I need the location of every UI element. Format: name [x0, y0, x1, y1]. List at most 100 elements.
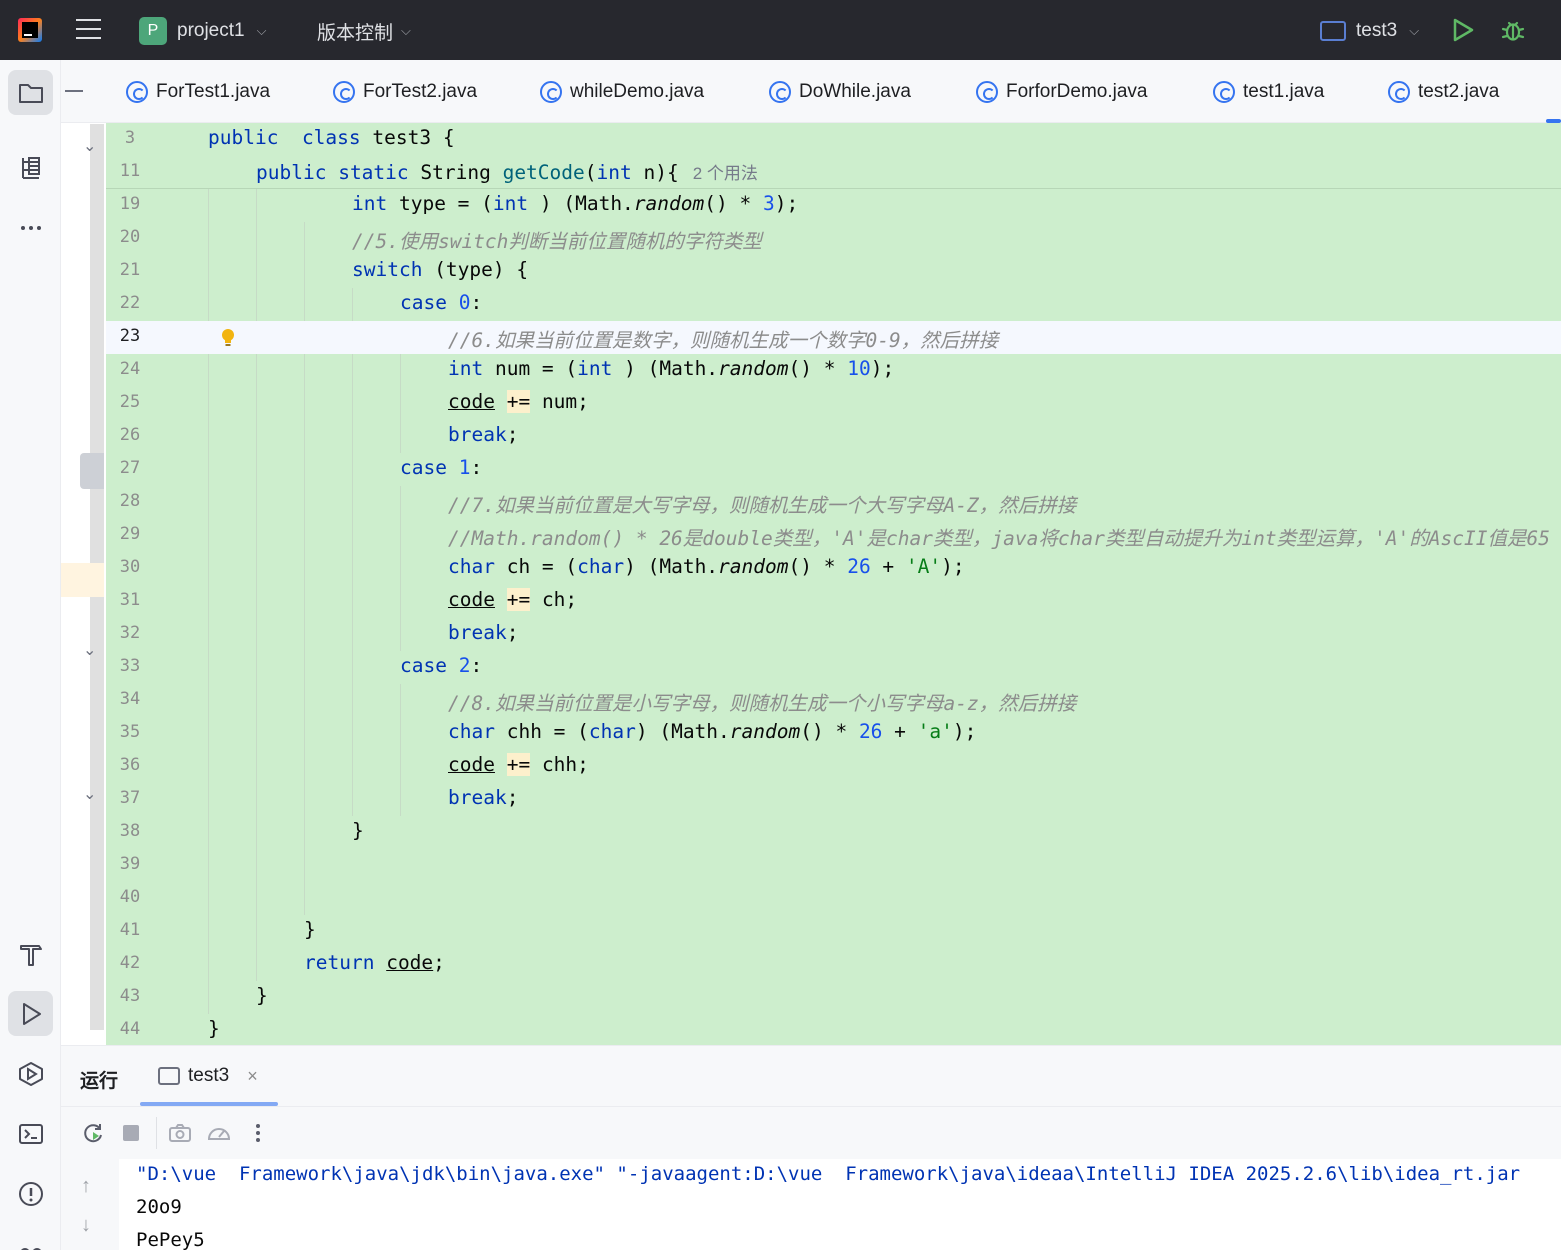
code-token: ) (Math.	[528, 192, 634, 215]
code-line[interactable]: 26 break;	[106, 420, 1561, 453]
code-token: +=	[506, 390, 531, 413]
toolbar-divider	[156, 1117, 157, 1149]
code-token: }	[208, 1017, 220, 1040]
code-line[interactable]: 3 public class test3 {	[106, 123, 1561, 156]
close-icon[interactable]: ×	[247, 1066, 258, 1087]
usages-inlay-hint[interactable]: 2 个用法	[693, 164, 758, 183]
fold-chevron-icon[interactable]: ⌄	[83, 640, 96, 660]
fold-chevron-icon[interactable]: ⌄	[83, 136, 96, 156]
code-line[interactable]: 11 public static String getCode(int n){2 …	[106, 156, 1561, 189]
code-token: test3 {	[360, 126, 455, 149]
tab-test1[interactable]: test1.java	[1213, 78, 1324, 106]
code-line[interactable]: 24 int num = (int ) (Math.random() * 10);	[106, 354, 1561, 387]
run-tab-test3[interactable]: test3 ×	[158, 1065, 258, 1087]
code-line[interactable]: 21 switch (type) {	[106, 255, 1561, 288]
code-token: //6.如果当前位置是数字，则随机生成一个数字0-9，然后拼接	[448, 329, 999, 352]
code-token: random	[718, 555, 789, 578]
terminal-icon	[18, 1123, 43, 1144]
code-line[interactable]: 23 //6.如果当前位置是数字，则随机生成一个数字0-9，然后拼接	[106, 321, 1561, 354]
code-line[interactable]: 32 break;	[106, 618, 1561, 651]
vcs-widget[interactable]: 版本控制 ⌵	[317, 16, 411, 46]
profiler-button[interactable]	[206, 1121, 231, 1145]
code-line[interactable]: 25 code += num;	[106, 387, 1561, 420]
code-line[interactable]: 39	[106, 849, 1561, 882]
editor-tabs: ForTest1.java ForTest2.java whileDemo.ja…	[61, 60, 1561, 123]
line-number: 34	[119, 689, 141, 709]
tab-fortest2[interactable]: ForTest2.java	[333, 78, 477, 106]
services-tool-button[interactable]	[8, 1051, 53, 1096]
version-control-tool-button[interactable]	[8, 1226, 53, 1250]
tab-label: test2.java	[1418, 81, 1500, 102]
code-line[interactable]: 41}	[106, 915, 1561, 948]
code-line[interactable]: 34 //8.如果当前位置是小写字母，则随机生成一个小写字母a-z，然后拼接	[106, 684, 1561, 717]
tab-forfordemo[interactable]: ForforDemo.java	[976, 78, 1148, 106]
structure-tool-button[interactable]	[8, 145, 53, 190]
structure-icon	[21, 156, 40, 179]
code-line[interactable]: 29 //Math.random() * 26是double类型，'A'是char…	[106, 519, 1561, 552]
project-tool-button[interactable]	[8, 70, 53, 115]
title-bar: P project1 ⌵ 版本控制 ⌵ test3 ⌵	[0, 0, 1561, 60]
code-token: () *	[788, 555, 848, 578]
code-token: break	[448, 621, 507, 644]
stop-button[interactable]	[119, 1121, 143, 1145]
screenshot-button[interactable]	[168, 1121, 192, 1145]
chevron-down-icon: ⌵	[256, 23, 267, 38]
code-text: public static String getCode(int n){2 个用…	[256, 159, 758, 184]
lightbulb-icon[interactable]	[221, 328, 235, 348]
code-line[interactable]: 27 case 1:	[106, 453, 1561, 486]
code-line[interactable]: 22 case 0:	[106, 288, 1561, 321]
code-token: 26	[858, 720, 883, 743]
code-token: (type) {	[422, 258, 529, 281]
run-configuration-selector[interactable]: test3 ⌵	[1320, 16, 1419, 46]
project-widget[interactable]: P project1 ⌵	[139, 16, 266, 46]
code-text: case 0:	[400, 291, 482, 314]
intellij-logo-icon[interactable]	[18, 18, 42, 42]
code-text: //7.如果当前位置是大写字母，则随机生成一个大写字母A-Z，然后拼接	[448, 489, 1076, 518]
code-line[interactable]: 28 //7.如果当前位置是大写字母，则随机生成一个大写字母A-Z，然后拼接	[106, 486, 1561, 519]
rerun-button[interactable]	[81, 1121, 105, 1145]
code-line[interactable]: 19 int type = (int ) (Math.random() * 3);	[106, 189, 1561, 222]
debug-button[interactable]	[1500, 17, 1526, 43]
code-line[interactable]: 20 //5.使用switch判断当前位置随机的字符类型	[106, 222, 1561, 255]
tab-fortest1[interactable]: ForTest1.java	[126, 78, 270, 106]
code-token: case	[400, 291, 447, 314]
code-line[interactable]: 35 char chh = (char) (Math.random() * 26 …	[106, 717, 1561, 750]
run-tool-button[interactable]	[8, 991, 53, 1036]
code-editor[interactable]: 3 public class test3 {11 public static Str…	[106, 123, 1561, 1045]
tab-dowhile[interactable]: DoWhile.java	[769, 78, 911, 106]
code-line[interactable]: 30 char ch = (char) (Math.random() * 26 +…	[106, 552, 1561, 585]
terminal-tool-button[interactable]	[8, 1111, 53, 1156]
tab-whiledemo[interactable]: whileDemo.java	[540, 78, 704, 106]
scroll-down-icon[interactable]: ↓	[81, 1214, 91, 1237]
code-line[interactable]: 43}	[106, 981, 1561, 1014]
tab-label: ForTest2.java	[363, 81, 478, 102]
code-line[interactable]: 31 code += ch;	[106, 585, 1561, 618]
code-token: ) (Math.	[635, 720, 730, 743]
run-button[interactable]	[1451, 17, 1475, 43]
code-line[interactable]: 40	[106, 882, 1561, 915]
more-tools-button[interactable]	[8, 205, 53, 250]
fold-chevron-icon[interactable]: ⌄	[83, 784, 96, 804]
code-token: );	[870, 357, 895, 380]
console-output[interactable]: "D:\vue Framework\java\jdk\bin\java.exe"…	[119, 1159, 1561, 1250]
build-tool-button[interactable]	[8, 932, 53, 977]
tab-test2[interactable]: test2.java	[1388, 78, 1499, 106]
code-line[interactable]: 38}	[106, 816, 1561, 849]
code-token: 1	[458, 456, 471, 479]
code-token: type = (	[387, 192, 493, 215]
code-line[interactable]: 36 code += chh;	[106, 750, 1561, 783]
main-menu-icon[interactable]	[76, 19, 101, 41]
code-line[interactable]: 37 break;	[106, 783, 1561, 816]
code-line[interactable]: 44}	[106, 1014, 1561, 1045]
scroll-up-icon[interactable]: ↑	[81, 1175, 91, 1198]
code-token: () *	[788, 357, 848, 380]
minimize-tabs-icon[interactable]	[65, 90, 83, 92]
more-actions-button[interactable]	[246, 1121, 270, 1145]
line-number: 31	[119, 590, 141, 610]
code-line[interactable]: 33 case 2:	[106, 651, 1561, 684]
tab-label: DoWhile.java	[799, 81, 911, 102]
code-line[interactable]: 42 return code;	[106, 948, 1561, 981]
code-text: }	[256, 984, 268, 1007]
problems-tool-button[interactable]	[8, 1171, 53, 1216]
code-token: case	[400, 654, 447, 677]
